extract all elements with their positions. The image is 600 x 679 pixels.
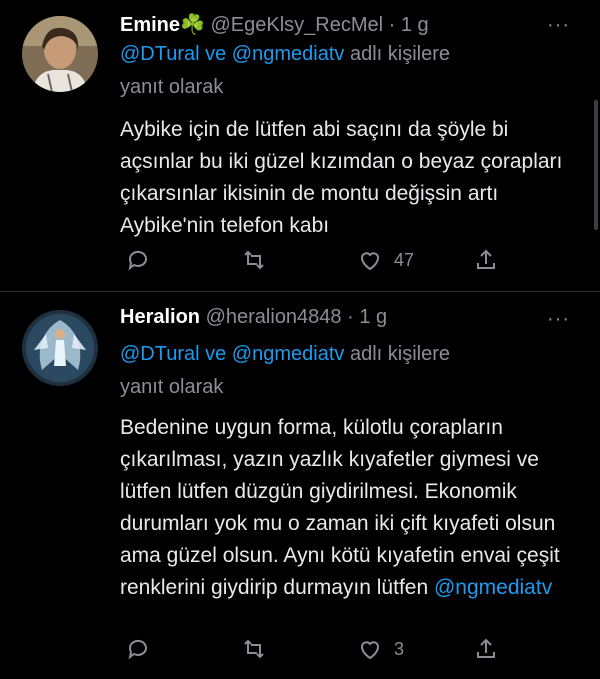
reply-button[interactable] (126, 637, 150, 661)
reply-mentions[interactable]: @DTural ve @ngmediatv (120, 43, 344, 65)
clover-emoji: ☘️ (180, 14, 205, 36)
reply-context: @DTural ve @ngmediatv adlı kişilere yanı… (120, 338, 450, 404)
reply-line2: yanıt olarak (120, 76, 224, 98)
share-icon (477, 638, 495, 658)
like-button[interactable]: 47 (358, 248, 414, 272)
more-icon[interactable]: ··· (547, 308, 570, 331)
like-count: 47 (394, 249, 415, 270)
reply-icon (128, 250, 147, 271)
scrollbar[interactable] (594, 100, 598, 230)
timestamp[interactable]: · 1 g (347, 306, 387, 328)
tweet-text: Bedenine uygun forma, külotlu çorapların… (120, 412, 580, 604)
like-icon (361, 641, 379, 660)
display-name[interactable]: Emine (120, 14, 180, 36)
more-icon[interactable]: ··· (547, 14, 570, 37)
retweet-icon (244, 250, 264, 270)
tweet-mention-link[interactable]: @ngmediatv (434, 576, 552, 599)
tweet-text-content: Bedenine uygun forma, külotlu çorapların… (120, 416, 560, 599)
avatar[interactable] (22, 310, 98, 386)
reply-mentions[interactable]: @DTural ve @ngmediatv (120, 343, 344, 365)
like-button[interactable]: 3 (358, 637, 404, 661)
reply-line2: yanıt olarak (120, 376, 224, 398)
timestamp[interactable]: · 1 g (389, 14, 429, 36)
reply-context: @DTural ve @ngmediatv adlı kişilere yanı… (120, 38, 450, 104)
action-bar: 47 (120, 248, 510, 278)
share-icon (477, 249, 495, 269)
display-name[interactable]: Heralion (120, 306, 200, 328)
tweet[interactable]: Heralion @heralion4848 · 1 g ··· @DTural… (0, 292, 600, 679)
reply-suffix: adlı kişilere (349, 343, 450, 365)
avatar[interactable] (22, 16, 98, 92)
retweet-icon (244, 639, 264, 659)
like-count: 3 (394, 638, 405, 659)
handle[interactable]: @heralion4848 (206, 306, 342, 328)
handle[interactable]: @EgeKlsy_RecMel (211, 14, 384, 36)
reply-button[interactable] (126, 248, 150, 272)
tweet[interactable]: Emine☘️ @EgeKlsy_RecMel · 1 g ··· @DTura… (0, 0, 600, 292)
retweet-button[interactable] (242, 248, 266, 272)
reply-suffix: adlı kişilere (349, 43, 450, 65)
tweet-text: Aybike için de lütfen abi saçını da şöyl… (120, 118, 563, 237)
reply-icon (128, 639, 147, 660)
retweet-button[interactable] (242, 637, 266, 661)
share-button[interactable] (474, 248, 498, 272)
share-button[interactable] (474, 637, 498, 661)
action-bar: 3 (120, 637, 510, 667)
like-icon (361, 252, 379, 271)
